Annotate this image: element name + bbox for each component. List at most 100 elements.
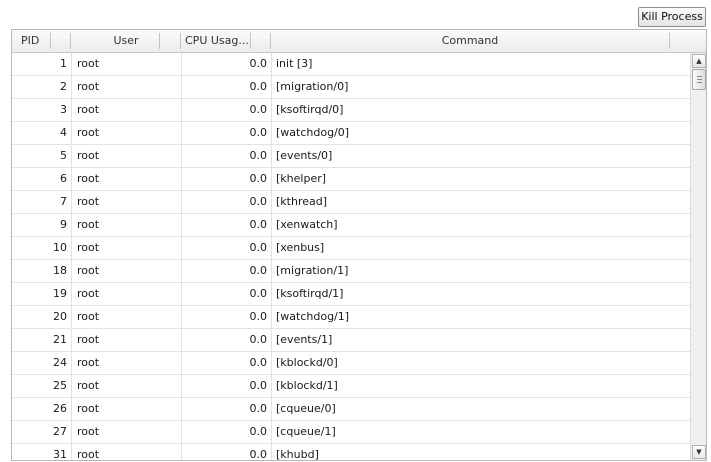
cpu-usage-cell: 0.0 [249, 241, 268, 254]
column-divider[interactable] [180, 33, 181, 49]
user-cell: root [77, 356, 100, 369]
column-header-user[interactable]: User [71, 30, 181, 52]
user-cell: root [77, 333, 100, 346]
pid-cell: 2 [60, 80, 67, 93]
column-header-pid[interactable]: PID [21, 30, 61, 52]
user-cell: root [77, 402, 100, 415]
cell-divider [181, 237, 182, 259]
command-cell: [kthread] [276, 195, 328, 208]
cpu-usage-cell: 0.0 [249, 149, 268, 162]
table-row[interactable]: 3 root 0.0 [ksoftirqd/0] [12, 99, 690, 122]
vertical-scrollbar[interactable]: ▲ ▼ [690, 53, 706, 460]
arrow-up-icon[interactable]: ▲ [692, 54, 706, 68]
cpu-usage-cell: 0.0 [249, 379, 268, 392]
cpu-usage-cell: 0.0 [249, 333, 268, 346]
column-header-cpu-usage[interactable]: CPU Usag... [185, 30, 255, 52]
cell-divider [271, 76, 272, 98]
table-row[interactable]: 20 root 0.0 [watchdog/1] [12, 306, 690, 329]
command-cell: [xenbus] [276, 241, 325, 254]
pid-cell: 10 [53, 241, 67, 254]
cell-divider [71, 352, 72, 374]
user-cell: root [77, 172, 100, 185]
cell-divider [71, 375, 72, 397]
command-cell: [cqueue/1] [276, 425, 336, 438]
cell-divider [71, 398, 72, 420]
scrollbar-thumb[interactable] [692, 69, 706, 90]
cell-divider [71, 191, 72, 213]
table-row[interactable]: 19 root 0.0 [ksoftirqd/1] [12, 283, 690, 306]
column-divider[interactable] [669, 33, 670, 49]
cell-divider [271, 122, 272, 144]
cpu-usage-cell: 0.0 [249, 80, 268, 93]
cell-divider [181, 260, 182, 282]
table-row[interactable]: 24 root 0.0 [kblockd/0] [12, 352, 690, 375]
cell-divider [271, 237, 272, 259]
kill-process-button[interactable]: Kill Process [638, 7, 706, 27]
command-cell: [migration/1] [276, 264, 349, 277]
pid-cell: 4 [60, 126, 67, 139]
user-cell: root [77, 80, 100, 93]
command-cell: [xenwatch] [276, 218, 338, 231]
table-row[interactable]: 5 root 0.0 [events/0] [12, 145, 690, 168]
pid-cell: 7 [60, 195, 67, 208]
table-row[interactable]: 6 root 0.0 [khelper] [12, 168, 690, 191]
cell-divider [71, 260, 72, 282]
cell-divider [271, 444, 272, 460]
command-cell: [ksoftirqd/0] [276, 103, 344, 116]
table-row[interactable]: 10 root 0.0 [xenbus] [12, 237, 690, 260]
table-row[interactable]: 2 root 0.0 [migration/0] [12, 76, 690, 99]
cpu-usage-cell: 0.0 [249, 103, 268, 116]
arrow-down-icon[interactable]: ▼ [692, 445, 706, 459]
cell-divider [71, 53, 72, 75]
column-divider[interactable] [159, 33, 160, 49]
table-row[interactable]: 25 root 0.0 [kblockd/1] [12, 375, 690, 398]
cell-divider [181, 398, 182, 420]
user-cell: root [77, 103, 100, 116]
pid-cell: 1 [60, 57, 67, 70]
pid-cell: 24 [53, 356, 67, 369]
cell-divider [181, 352, 182, 374]
pid-cell: 19 [53, 287, 67, 300]
cell-divider [271, 375, 272, 397]
table-row[interactable]: 18 root 0.0 [migration/1] [12, 260, 690, 283]
command-cell: [kblockd/0] [276, 356, 338, 369]
command-cell: [events/0] [276, 149, 333, 162]
cell-divider [181, 283, 182, 305]
column-divider[interactable] [250, 33, 251, 49]
table-row[interactable]: 7 root 0.0 [kthread] [12, 191, 690, 214]
column-divider[interactable] [50, 33, 51, 49]
cell-divider [271, 53, 272, 75]
table-row[interactable]: 31 root 0.0 [khubd] [12, 444, 690, 461]
cpu-usage-cell: 0.0 [249, 287, 268, 300]
table-row[interactable]: 9 root 0.0 [xenwatch] [12, 214, 690, 237]
cpu-usage-cell: 0.0 [249, 448, 268, 461]
table-row[interactable]: 21 root 0.0 [events/1] [12, 329, 690, 352]
table-row[interactable]: 27 root 0.0 [cqueue/1] [12, 421, 690, 444]
cell-divider [71, 214, 72, 236]
cell-divider [271, 214, 272, 236]
column-header-command[interactable]: Command [271, 30, 669, 52]
cell-divider [71, 99, 72, 121]
table-row[interactable]: 4 root 0.0 [watchdog/0] [12, 122, 690, 145]
cell-divider [71, 329, 72, 351]
cell-divider [271, 398, 272, 420]
user-cell: root [77, 425, 100, 438]
cpu-usage-cell: 0.0 [249, 218, 268, 231]
cell-divider [271, 145, 272, 167]
cpu-usage-cell: 0.0 [249, 195, 268, 208]
process-table: PID User CPU Usag... Command 1 root 0.0 ini… [11, 29, 707, 461]
user-cell: root [77, 448, 100, 461]
cell-divider [181, 214, 182, 236]
command-cell: [watchdog/0] [276, 126, 350, 139]
pid-cell: 25 [53, 379, 67, 392]
command-cell: init [3] [276, 57, 313, 70]
pid-cell: 31 [53, 448, 67, 461]
cell-divider [271, 99, 272, 121]
cell-divider [271, 329, 272, 351]
table-row[interactable]: 1 root 0.0 init [3] [12, 53, 690, 76]
pid-cell: 21 [53, 333, 67, 346]
cell-divider [181, 444, 182, 460]
command-cell: [khelper] [276, 172, 327, 185]
table-row[interactable]: 26 root 0.0 [cqueue/0] [12, 398, 690, 421]
cell-divider [181, 53, 182, 75]
